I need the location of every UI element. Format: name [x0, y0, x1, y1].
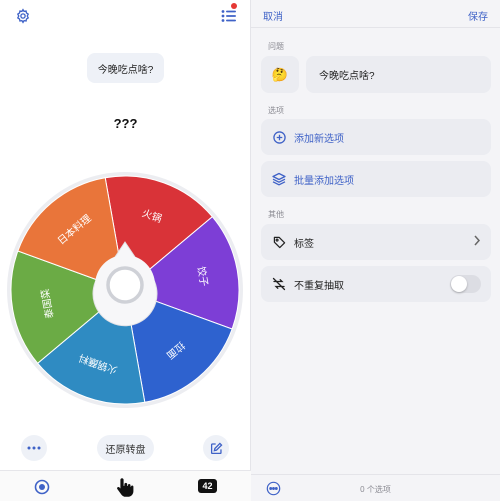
- editor-footer: 0 个选项: [251, 474, 500, 501]
- save-button[interactable]: 保存: [468, 8, 488, 23]
- option-count-text: 0 个选项: [360, 485, 391, 494]
- no-repeat-label: 不重复抽取: [294, 280, 344, 292]
- editor-panel: 取消 保存 问题 🤔 今晚吃点啥? 选项 添加新选项 批量添加选项 其他 标签: [251, 0, 500, 501]
- more-button[interactable]: [21, 435, 47, 461]
- section-label-options: 选项: [268, 106, 284, 115]
- chevron-right-icon: [473, 234, 481, 252]
- add-option-label: 添加新选项: [294, 133, 344, 145]
- batch-add-button[interactable]: 批量添加选项: [261, 161, 491, 197]
- plus-circle-icon: [272, 130, 286, 144]
- notification-dot: [231, 3, 237, 9]
- cancel-button[interactable]: 取消: [263, 8, 283, 23]
- tab-bar: 42: [0, 470, 251, 501]
- more-icon: [27, 446, 41, 450]
- header-divider: [251, 27, 500, 28]
- section-label-other: 其他: [268, 210, 284, 219]
- wheel-panel: 今晚吃点啥? ??? 火锅 饺子 拉面 火锅蘸料 泰国菜 日本料理 还原转盘 4…: [0, 0, 251, 501]
- settings-button[interactable]: [12, 5, 34, 27]
- tag-icon: [272, 235, 286, 249]
- toggle-knob: [451, 276, 467, 292]
- wheel-icon: [34, 479, 50, 495]
- tab-pick[interactable]: [114, 475, 136, 499]
- no-repeat-icon: [272, 277, 286, 291]
- no-repeat-row: 不重复抽取: [261, 266, 491, 302]
- edit-icon: [210, 442, 222, 454]
- spin-wheel[interactable]: 火锅 饺子 拉面 火锅蘸料 泰国菜 日本料理: [5, 170, 245, 410]
- edit-button[interactable]: [203, 435, 229, 461]
- wheel-graphic: 火锅饺子拉面火锅蘸料泰国菜日本料理: [7, 172, 243, 408]
- batch-add-label: 批量添加选项: [294, 175, 354, 187]
- tab-wheel[interactable]: [32, 477, 52, 497]
- tags-label: 标签: [294, 238, 314, 250]
- section-label-question: 问题: [268, 42, 284, 51]
- options-list-button[interactable]: [218, 5, 240, 27]
- question-input[interactable]: 今晚吃点啥?: [306, 56, 491, 93]
- gear-icon: [16, 8, 30, 24]
- list-icon: [221, 10, 236, 22]
- add-option-button[interactable]: 添加新选项: [261, 119, 491, 155]
- thinking-emoji-icon: 🤔: [271, 66, 289, 82]
- question-pill[interactable]: 今晚吃点啥?: [87, 53, 164, 83]
- no-repeat-toggle[interactable]: [450, 275, 481, 293]
- reset-wheel-button[interactable]: 还原转盘: [97, 435, 154, 461]
- tags-row[interactable]: 标签: [261, 224, 491, 260]
- spin-result: ???: [113, 116, 138, 131]
- hand-pointer-icon: [117, 478, 134, 497]
- option-count-badge[interactable]: 42: [198, 479, 217, 493]
- layers-icon: [272, 172, 286, 186]
- question-emoji-button[interactable]: 🤔: [261, 56, 299, 93]
